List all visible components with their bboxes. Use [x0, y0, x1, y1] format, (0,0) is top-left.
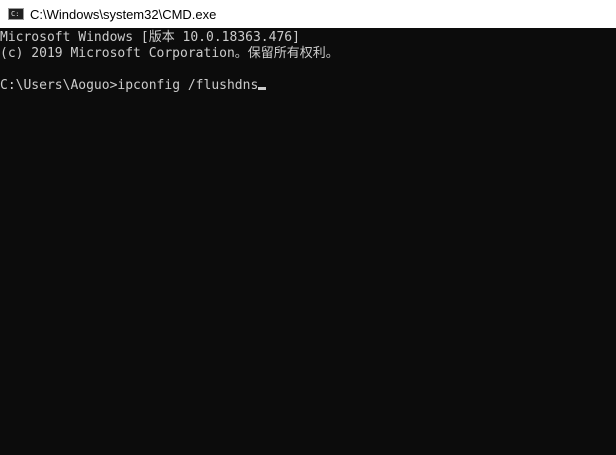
command-line[interactable]: C:\Users\Aoguo>ipconfig /flushdns — [0, 78, 616, 94]
title-bar[interactable]: C: C:\Windows\system32\CMD.exe — [0, 0, 616, 28]
prompt: C:\Users\Aoguo> — [0, 78, 118, 93]
window-title: C:\Windows\system32\CMD.exe — [30, 6, 217, 22]
console-icon: C: — [8, 8, 24, 20]
console-line-version: Microsoft Windows [版本 10.0.18363.476] — [0, 30, 300, 45]
command-input[interactable]: ipconfig /flushdns — [117, 78, 258, 93]
text-cursor — [258, 87, 267, 90]
console-output[interactable]: Microsoft Windows [版本 10.0.18363.476] (c… — [0, 28, 616, 455]
console-line-blank — [0, 62, 616, 78]
console-line-copyright: (c) 2019 Microsoft Corporation。保留所有权利。 — [0, 46, 339, 61]
cmd-window: C: C:\Windows\system32\CMD.exe Microsoft… — [0, 0, 616, 455]
